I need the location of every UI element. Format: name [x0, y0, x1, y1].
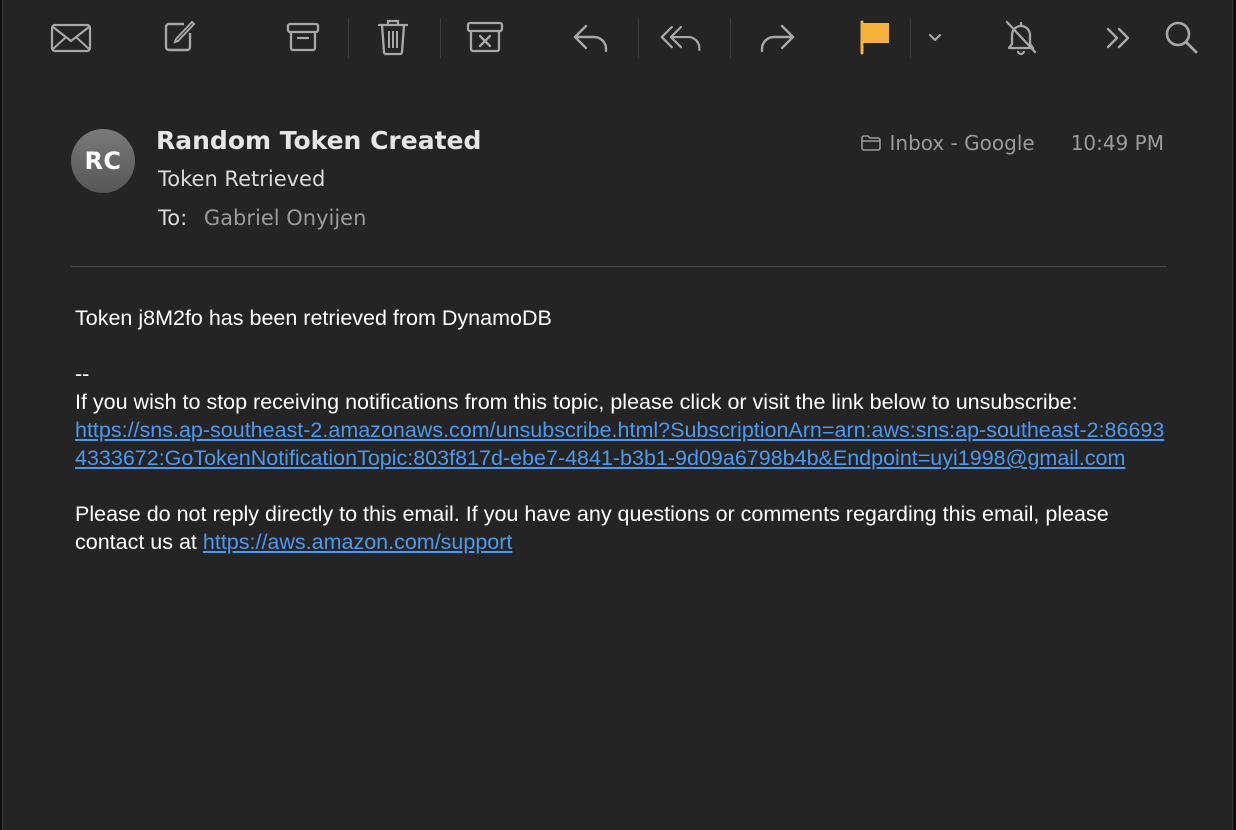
toolbar-separator [910, 18, 911, 58]
to-label: To: [158, 206, 188, 230]
toolbar-separator [348, 18, 349, 58]
reply-all-button[interactable] [659, 16, 703, 60]
unsubscribe-link[interactable]: https://sns.ap-southeast-2.amazonaws.com… [75, 418, 1164, 470]
sender-avatar: RC [71, 129, 135, 193]
junk-box-icon [466, 21, 504, 53]
get-mail-button[interactable] [49, 16, 93, 60]
sender-name[interactable]: Random Token Created [156, 126, 481, 155]
junk-button[interactable] [463, 15, 507, 59]
folder-icon [860, 135, 881, 151]
toolbar-separator [440, 18, 441, 58]
message-subject: Token Retrieved [158, 167, 326, 191]
recipient-name[interactable]: Gabriel Onyijen [204, 206, 367, 230]
chevron-down-icon [928, 33, 942, 42]
message-body: Token j8M2fo has been retrieved from Dyn… [75, 304, 1175, 556]
toolbar [3, 0, 1232, 76]
reply-button[interactable] [569, 16, 613, 60]
forward-button[interactable] [755, 16, 799, 60]
reply-all-icon [660, 25, 701, 52]
toolbar-separator [730, 18, 731, 58]
compose-button[interactable] [157, 14, 201, 58]
mailbox-name: Inbox - Google [889, 131, 1035, 155]
toolbar-separator [638, 18, 639, 58]
compose-icon [164, 20, 196, 52]
avatar-initials: RC [84, 147, 122, 175]
mailbox-label[interactable]: Inbox - Google [860, 131, 1035, 155]
reply-icon [573, 24, 608, 53]
more-button[interactable] [1097, 16, 1141, 60]
double-chevron-right-icon [1106, 27, 1130, 49]
mute-button[interactable] [999, 15, 1043, 59]
body-line-token: Token j8M2fo has been retrieved from Dyn… [75, 306, 552, 330]
signature-dashes: -- [75, 362, 90, 386]
flag-menu-button[interactable] [913, 16, 957, 60]
archive-button[interactable] [281, 15, 325, 59]
unsubscribe-text: If you wish to stop receiving notificati… [75, 390, 1078, 414]
envelope-icon [50, 23, 92, 53]
bell-slash-icon [1005, 20, 1037, 56]
search-button[interactable] [1159, 15, 1203, 59]
trash-icon [377, 19, 409, 56]
message-meta: Inbox - Google 10:49 PM [860, 131, 1164, 155]
forward-icon [760, 24, 795, 53]
archive-box-icon [286, 22, 320, 52]
support-link[interactable]: https://aws.amazon.com/support [203, 530, 513, 554]
recipient-row: To: Gabriel Onyijen [158, 206, 366, 230]
message-time: 10:49 PM [1070, 131, 1164, 155]
mail-window: RC Random Token Created Token Retrieved … [2, 0, 1233, 830]
reply-notice-paragraph: Please do not reply directly to this ema… [75, 500, 1175, 556]
delete-button[interactable] [371, 15, 415, 59]
header-divider [71, 266, 1167, 267]
magnifier-icon [1165, 21, 1198, 54]
flag-icon [860, 20, 889, 55]
flag-button[interactable] [853, 15, 897, 59]
